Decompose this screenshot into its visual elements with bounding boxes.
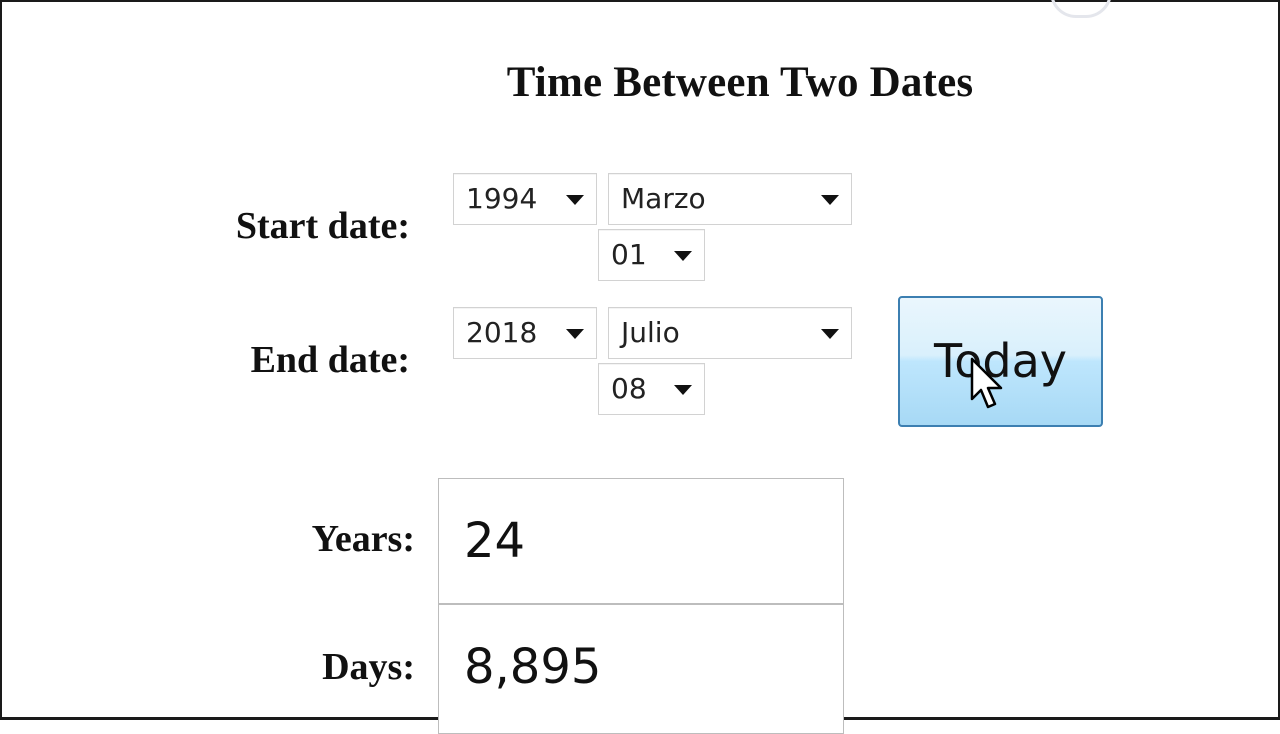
chevron-down-icon <box>566 195 584 205</box>
chevron-down-icon <box>566 329 584 339</box>
end-month-value: Julio <box>621 316 680 349</box>
start-day-select[interactable]: 01 <box>598 229 705 281</box>
chevron-down-icon <box>674 251 692 261</box>
chevron-down-icon <box>821 329 839 339</box>
years-output: 24 <box>438 478 844 604</box>
chevron-down-icon <box>821 195 839 205</box>
start-year-select[interactable]: 1994 <box>453 173 597 225</box>
end-date-label: End date: <box>250 339 410 381</box>
end-day-value: 08 <box>611 372 647 405</box>
end-year-select[interactable]: 2018 <box>453 307 597 359</box>
days-output: 8,895 <box>438 604 844 734</box>
end-day-select[interactable]: 08 <box>598 363 705 415</box>
start-year-value: 1994 <box>466 182 538 215</box>
days-label: Days: <box>322 646 415 688</box>
start-date-label: Start date: <box>235 205 410 247</box>
end-month-select[interactable]: Julio <box>608 307 852 359</box>
chevron-down-icon <box>674 385 692 395</box>
start-day-value: 01 <box>611 238 647 271</box>
today-button[interactable]: Today <box>898 296 1103 427</box>
page-title: Time Between Two Dates <box>506 59 974 106</box>
start-month-value: Marzo <box>621 182 706 215</box>
end-year-value: 2018 <box>466 316 538 349</box>
years-label: Years: <box>311 518 415 560</box>
start-month-select[interactable]: Marzo <box>608 173 852 225</box>
